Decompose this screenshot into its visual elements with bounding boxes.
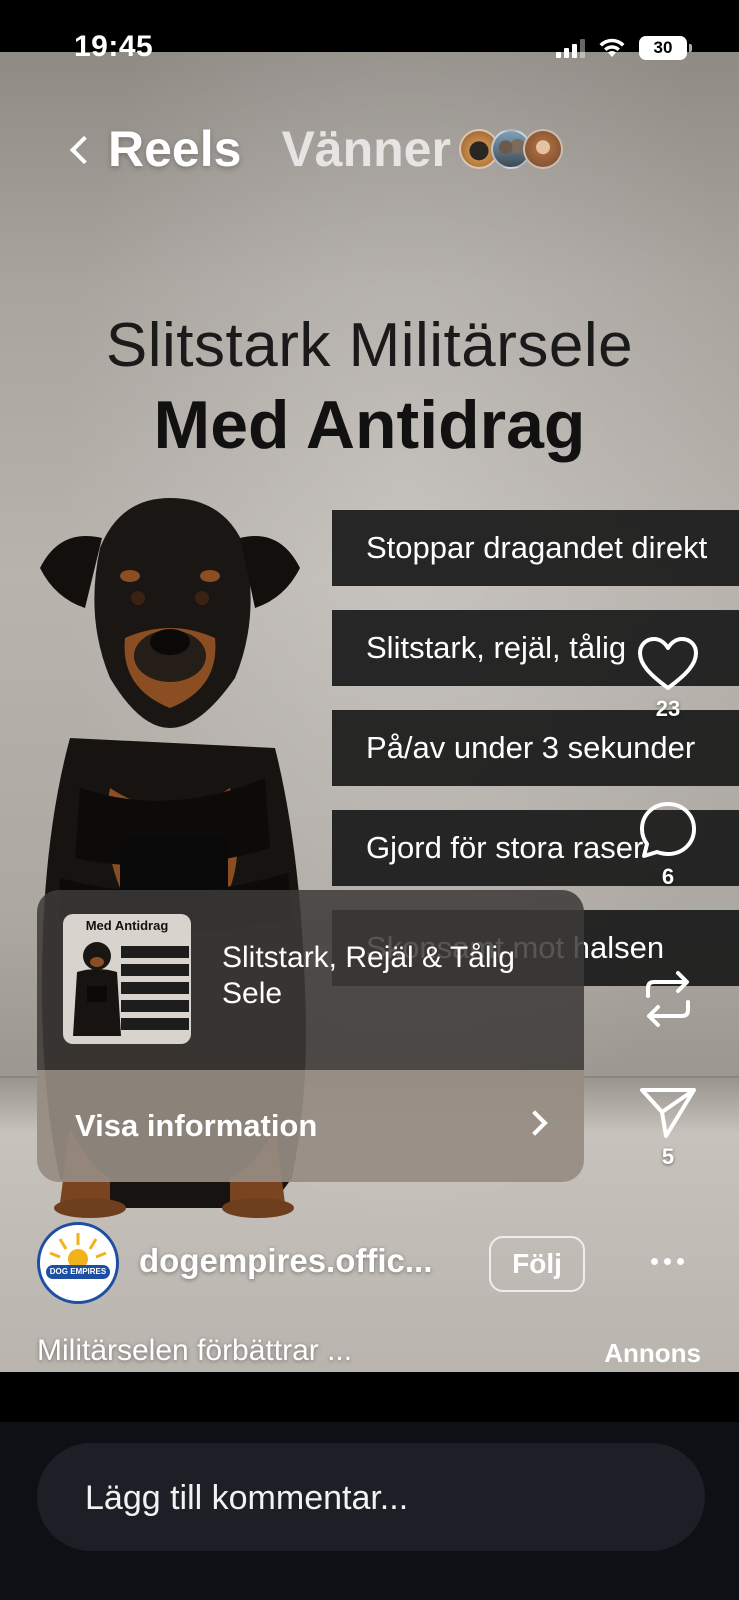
sun-rays-icon (42, 1227, 114, 1299)
dog-empires-logo[interactable]: DOG EMPIRES (37, 1222, 119, 1304)
product-thumbnail: Med Antidrag (63, 914, 191, 1044)
top-nav: Reels Vänner (69, 120, 563, 178)
repost-action[interactable] (623, 968, 713, 1030)
ad-headline-line2: Med Antidrag (153, 387, 586, 463)
comment-input[interactable]: Lägg till kommentar... (37, 1443, 705, 1551)
status-bar: 19:45 30 (0, 0, 739, 63)
product-card[interactable]: Med Antidrag Slitstark, Rejäl & Tålig Se… (37, 890, 584, 1182)
repost-icon[interactable] (640, 968, 696, 1030)
visa-information-button[interactable]: Visa information (37, 1070, 584, 1182)
thumbnail-bullet (121, 1018, 189, 1030)
friends-tab[interactable]: Vänner (281, 120, 451, 178)
thumbnail-bullet (121, 946, 189, 958)
thumbnail-bullet (121, 964, 189, 976)
share-count: 5 (661, 1144, 675, 1169)
wifi-icon (599, 38, 625, 57)
cellular-signal-icon (556, 38, 585, 58)
thumbnail-title: Med Antidrag (85, 918, 169, 933)
friend-avatars[interactable] (458, 129, 563, 169)
ad-headline-line1: Slitstark Militärsele (105, 311, 634, 380)
status-time: 19:45 (74, 30, 154, 63)
visa-information-label: Visa information (75, 1108, 318, 1143)
product-name: Slitstark, Rejäl & Tålig Sele (222, 941, 515, 1010)
chevron-right-icon (522, 1110, 548, 1136)
comment-icon[interactable] (638, 800, 698, 860)
reels-tab[interactable]: Reels (108, 120, 241, 178)
battery-icon: 30 (639, 36, 692, 60)
account-row: DOG EMPIRES dogempires.offic... Följ (37, 1222, 717, 1306)
woman-avatar (522, 129, 563, 169)
send-action[interactable]: 5 (623, 1084, 713, 1170)
ad-bullet: Stoppar dragandet direkt (332, 510, 739, 586)
heart-icon[interactable] (637, 636, 699, 692)
comment-action[interactable]: 6 (623, 800, 713, 890)
logo-text: DOG EMPIRES (49, 1267, 107, 1276)
account-username[interactable]: dogempires.offic... (139, 1242, 432, 1280)
comment-count: 6 (661, 864, 675, 889)
thumbnail-dog-image (73, 942, 121, 1036)
send-icon[interactable] (638, 1084, 698, 1140)
comment-placeholder: Lägg till kommentar... (85, 1479, 409, 1517)
like-action[interactable]: 23 (623, 636, 713, 722)
thumbnail-bullet (121, 1000, 189, 1012)
reel-caption[interactable]: Militärselen förbättrar ... (37, 1334, 352, 1368)
back-chevron-icon[interactable] (69, 135, 99, 165)
like-count: 23 (655, 696, 681, 721)
sponsored-label: Annons (604, 1338, 701, 1368)
follow-button[interactable]: Följ (489, 1236, 585, 1292)
thumbnail-bullet (121, 982, 189, 994)
status-icons: 30 (556, 36, 692, 60)
product-info[interactable]: Med Antidrag Slitstark, Rejäl & Tålig Se… (37, 890, 584, 1070)
more-options-icon[interactable] (651, 1258, 684, 1265)
